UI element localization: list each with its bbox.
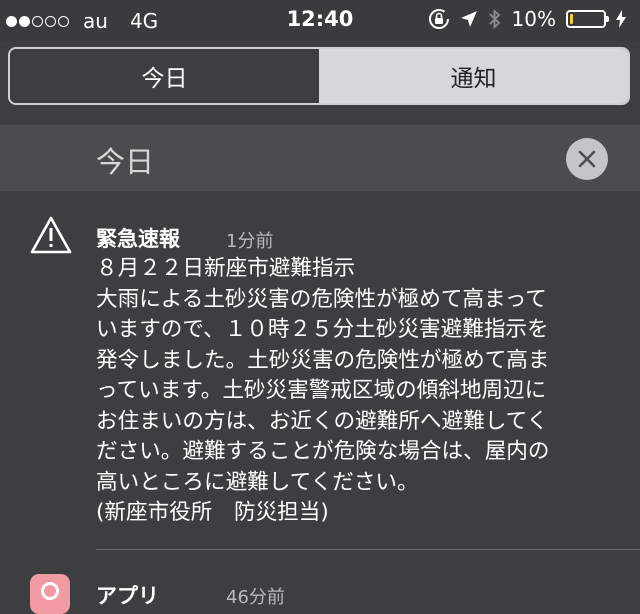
next-notification-time: 46分前: [226, 587, 285, 608]
close-icon: [578, 150, 596, 168]
notification-body: ８月２２日新座市避難指示 大雨による土砂災害の危険性が極めて高まって いますので…: [96, 254, 636, 529]
notification-time: 1分前: [226, 231, 274, 252]
notification-title: 緊急速報: [96, 227, 180, 251]
notification-body-line: 高いところに避難してください。: [96, 469, 419, 495]
notification-body-line: いますので、１０時２５分土砂災害避難指示を: [96, 317, 549, 342]
bluetooth-icon: [488, 8, 500, 30]
tab-notifications[interactable]: 通知: [319, 49, 628, 103]
next-notification-title: アプリ: [96, 584, 159, 608]
tab-today[interactable]: 今日: [10, 49, 319, 103]
notification-body-line: (新座市役所 防災担当): [96, 500, 329, 525]
charging-bolt-icon: [616, 10, 626, 28]
close-button[interactable]: [566, 138, 608, 180]
notification-body-line: 大雨による土砂災害の危険性が極めて高まって: [96, 286, 547, 312]
notification-body-line: お住まいの方は、お近くの避難所へ避難してく: [96, 408, 549, 434]
notification-body-line: っています。土砂災害警戒区域の傾斜地周辺に: [96, 378, 547, 403]
battery-icon: [566, 10, 609, 28]
battery-percent: 10%: [511, 7, 556, 31]
section-title: 今日: [96, 145, 155, 179]
status-bar: au 4G 12:40 10%: [0, 0, 640, 42]
orientation-lock-icon: [428, 9, 449, 29]
warning-triangle-icon: [30, 216, 72, 254]
notification-body-line: ださい。避難することが危険な場合は、屋内の: [96, 439, 550, 464]
divider: [96, 549, 640, 550]
section-header: 今日: [0, 125, 640, 191]
notification-body-line: 発令しました。土砂災害の危険性が極めて高ま: [96, 347, 550, 373]
location-arrow-icon: [460, 11, 477, 27]
notification-body-line: ８月２２日新座市避難指示: [96, 256, 356, 281]
app-icon: [30, 574, 70, 614]
view-switcher: 今日 通知: [8, 47, 630, 105]
